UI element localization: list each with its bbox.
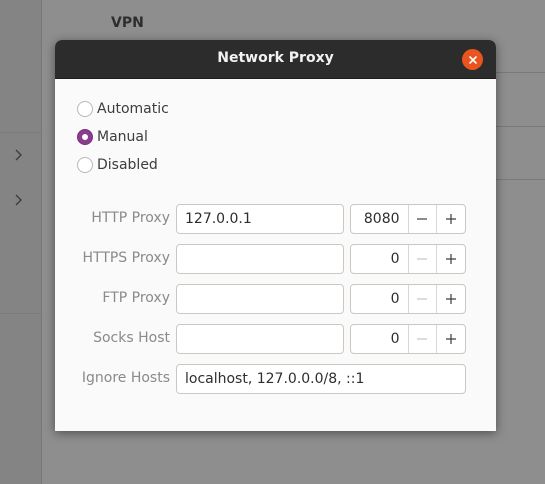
radio-label: Manual — [97, 129, 148, 145]
increment-button[interactable] — [436, 285, 465, 313]
port-value[interactable]: 0 — [351, 245, 408, 273]
https-proxy-port-spinner[interactable]: 0 — [350, 244, 466, 274]
socks-port-spinner[interactable]: 0 — [350, 324, 466, 354]
dialog-title: Network Proxy — [217, 50, 334, 66]
radio-indicator[interactable] — [77, 157, 93, 173]
radio-label: Disabled — [97, 157, 158, 173]
list-divider — [495, 72, 545, 73]
decrement-button[interactable] — [407, 205, 437, 233]
chevron-right-icon[interactable] — [13, 148, 27, 162]
ignore-hosts-input[interactable]: localhost, 127.0.0.0/8, ::1 — [176, 364, 466, 394]
radio-automatic[interactable]: Automatic — [77, 100, 169, 118]
socks-host-label: Socks Host — [93, 330, 170, 346]
settings-sidebar — [0, 0, 42, 484]
ftp-proxy-host-input[interactable] — [176, 284, 344, 314]
section-title: VPN — [111, 15, 144, 31]
sidebar-divider — [0, 313, 42, 314]
radio-disabled[interactable]: Disabled — [77, 156, 158, 174]
socks-host-input[interactable] — [176, 324, 344, 354]
port-value[interactable]: 8080 — [351, 205, 408, 233]
http-proxy-host-input[interactable]: 127.0.0.1 — [176, 204, 344, 234]
list-divider — [495, 126, 545, 127]
radio-manual[interactable]: Manual — [77, 128, 148, 146]
close-button[interactable] — [462, 49, 483, 70]
minus-icon — [417, 218, 428, 220]
port-value[interactable]: 0 — [351, 285, 408, 313]
minus-icon — [417, 338, 428, 340]
increment-button[interactable] — [436, 205, 465, 233]
ignore-hosts-label: Ignore Hosts — [81, 370, 170, 386]
network-proxy-dialog: Network Proxy Automatic Manual Disabled … — [55, 40, 496, 431]
close-icon — [468, 55, 477, 64]
decrement-button[interactable] — [407, 285, 437, 313]
https-proxy-label: HTTPS Proxy — [82, 250, 170, 266]
dialog-titlebar[interactable]: Network Proxy — [55, 40, 496, 79]
ftp-proxy-port-spinner[interactable]: 0 — [350, 284, 466, 314]
ftp-proxy-label: FTP Proxy — [102, 290, 170, 306]
port-value[interactable]: 0 — [351, 325, 408, 353]
https-proxy-host-input[interactable] — [176, 244, 344, 274]
decrement-button[interactable] — [407, 245, 437, 273]
plus-icon — [446, 334, 457, 344]
list-divider — [495, 179, 545, 180]
plus-icon — [446, 294, 457, 304]
radio-label: Automatic — [97, 101, 169, 117]
increment-button[interactable] — [436, 245, 465, 273]
radio-indicator[interactable] — [77, 101, 93, 117]
plus-icon — [446, 254, 457, 264]
minus-icon — [417, 258, 428, 260]
sidebar-divider — [0, 132, 42, 133]
chevron-right-icon[interactable] — [13, 193, 27, 207]
decrement-button[interactable] — [407, 325, 437, 353]
radio-indicator[interactable] — [77, 129, 93, 145]
http-proxy-label: HTTP Proxy — [91, 210, 170, 226]
http-proxy-port-spinner[interactable]: 8080 — [350, 204, 466, 234]
increment-button[interactable] — [436, 325, 465, 353]
plus-icon — [446, 214, 457, 224]
minus-icon — [417, 298, 428, 300]
